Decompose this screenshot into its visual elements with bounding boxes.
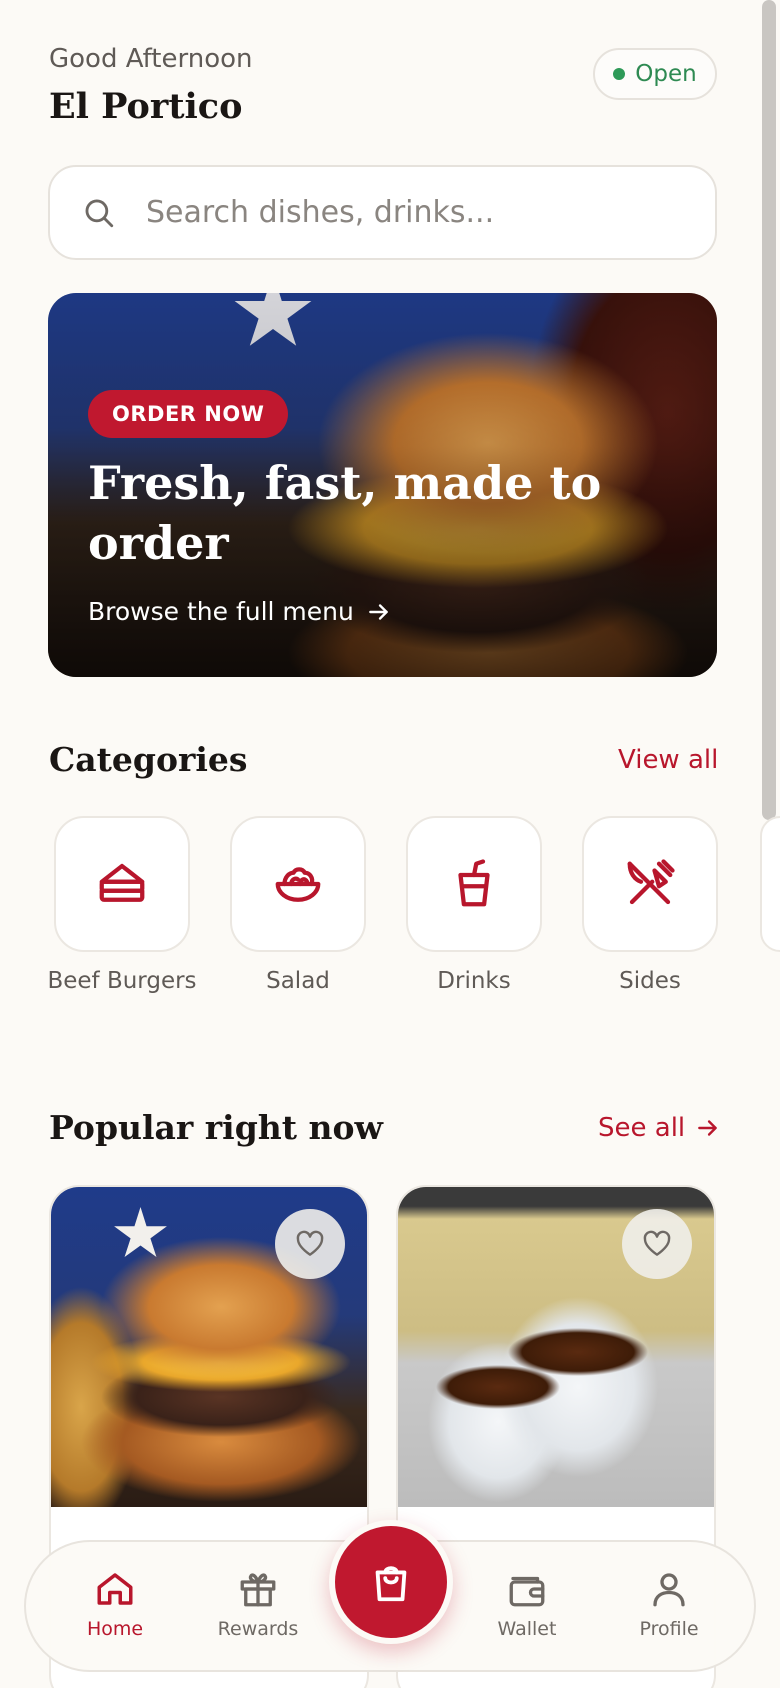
category-tile[interactable]: [230, 816, 366, 952]
see-all-link[interactable]: See all: [598, 1113, 721, 1143]
view-all-label: View all: [618, 745, 719, 775]
greeting-text: Good Afternoon: [49, 44, 253, 74]
category-salad[interactable]: Salad: [230, 816, 366, 994]
utensils-crossed-icon: [627, 859, 675, 905]
arrow-right-icon: [369, 603, 388, 620]
arrow-right-icon: [698, 1120, 717, 1136]
search-input[interactable]: [146, 195, 646, 230]
star-decoration: [114, 1207, 167, 1258]
nav-item-profile[interactable]: Profile: [614, 1568, 724, 1640]
favorite-button[interactable]: [275, 1209, 345, 1279]
order-now-badge[interactable]: ORDER NOW: [88, 390, 289, 438]
nav-item-home[interactable]: Home: [60, 1568, 170, 1640]
nav-label: Home: [86, 1618, 144, 1640]
heart-icon: [643, 1230, 671, 1256]
cart-button[interactable]: [329, 1520, 453, 1644]
category-tile[interactable]: [406, 816, 542, 952]
category-sides[interactable]: Sides: [582, 816, 718, 994]
hero-title: Fresh, fast, made to order: [88, 456, 602, 570]
nav-label: Wallet: [497, 1618, 557, 1640]
salad-bowl-icon: [275, 867, 321, 902]
category-tile[interactable]: [582, 816, 718, 952]
hero-banner[interactable]: ORDER NOW Fresh, fast, made to order Bro…: [48, 293, 717, 677]
home-icon: [97, 1573, 133, 1605]
category-drinks[interactable]: Drinks: [406, 816, 542, 994]
product-image-sauce: [398, 1187, 714, 1507]
restaurant-name: El Portico: [49, 86, 243, 127]
status-label: Open: [635, 61, 697, 87]
nav-item-wallet[interactable]: Wallet: [472, 1568, 582, 1640]
category-label: Sides: [619, 968, 681, 994]
category-label: Salad: [266, 968, 330, 994]
see-all-label: See all: [598, 1113, 686, 1143]
categories-title: Categories: [49, 740, 248, 779]
gift-icon: [240, 1573, 276, 1607]
category-tile-partial[interactable]: [760, 816, 780, 952]
browse-menu-label: Browse the full menu: [88, 597, 354, 626]
nav-item-rewards[interactable]: Rewards: [203, 1568, 313, 1640]
shopping-bag-icon: [375, 1566, 407, 1602]
category-tile[interactable]: [54, 816, 190, 952]
cup-icon: [458, 859, 490, 907]
popular-title: Popular right now: [49, 1108, 383, 1147]
sandwich-icon: [99, 863, 145, 902]
heart-icon: [296, 1230, 324, 1256]
status-badge: Open: [593, 48, 717, 100]
search-bar[interactable]: [48, 165, 717, 260]
search-icon: [85, 199, 114, 227]
product-image-burger: [51, 1187, 367, 1507]
view-all-link[interactable]: View all: [618, 745, 718, 775]
category-beef-burgers[interactable]: Beef Burgers: [47, 816, 197, 994]
favorite-button[interactable]: [622, 1209, 692, 1279]
browse-menu-link[interactable]: Browse the full menu: [88, 597, 392, 626]
user-icon: [653, 1573, 685, 1607]
category-label: Drinks: [437, 968, 511, 994]
scrollbar[interactable]: [762, 0, 776, 820]
wallet-icon: [509, 1576, 545, 1607]
status-dot-icon: [613, 68, 626, 80]
nav-label: Profile: [639, 1618, 699, 1640]
nav-label: Rewards: [217, 1618, 299, 1640]
category-label: Beef Burgers: [47, 968, 197, 994]
